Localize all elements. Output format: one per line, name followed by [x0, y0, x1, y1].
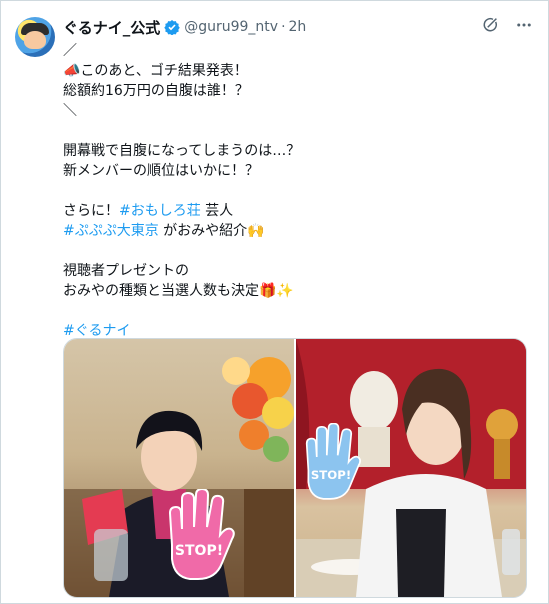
tweet-text-line: 視聴者プレゼントの [63, 261, 533, 281]
author-handle[interactable]: @guru99_ntv [184, 19, 278, 35]
tweet-text-line: ＼ [63, 101, 533, 121]
tweet-timestamp[interactable]: 2h [289, 19, 307, 35]
tweet-text-segment: ／ [63, 43, 77, 59]
tweet-text-segment: 新メンバーの順位はいかに！？ [63, 163, 259, 179]
tweet-text-segment: 総額約16万円の自腹は誰！？ [63, 83, 249, 99]
author-avatar[interactable] [15, 17, 55, 57]
tweet-text-line: 📣このあと、ゴチ結果発表！ [63, 61, 533, 81]
tweet-text-line: さらに！#おもしろ荘 芸人 [63, 201, 533, 221]
grok-icon[interactable] [480, 15, 500, 35]
tweet-text-line: 新メンバーの順位はいかに！？ [63, 161, 533, 181]
tweet-text-segment: 芸人 [200, 203, 234, 219]
tweet-text-segment: 📣このあと、ゴチ結果発表！ [63, 63, 248, 79]
tweet-text: ／ 📣このあと、ゴチ結果発表！ 総額約16万円の自腹は誰！？ ＼ 開幕戦で自腹になってし… [63, 41, 533, 361]
tweet-text-segment: 開幕戦で自腹になってしまうのは…？ [63, 143, 301, 159]
hashtag-link[interactable]: #ぷぷぷ大東京 [63, 223, 159, 239]
hashtag-link[interactable]: #おもしろ荘 [119, 203, 201, 219]
verified-badge-icon [164, 19, 180, 35]
tweet-text-line: 総額約16万円の自腹は誰！？ [63, 81, 533, 101]
stop-sign: STOP! [168, 489, 235, 580]
tweet-header: ぐるナイ_公式 @guru99_ntv · 2h [63, 17, 306, 37]
tweet-card: ぐるナイ_公式 @guru99_ntv · 2h ／ 📣このあと、ゴチ結果発表！ 総… [0, 0, 549, 604]
tweet-photo[interactable]: STOP! [296, 339, 526, 597]
tweet-text-line: 開幕戦で自腹になってしまうのは…？ [63, 141, 533, 161]
tweet-text-segment: さらに！ [63, 203, 119, 219]
stop-sign: STOP! [305, 423, 361, 500]
hashtag-link[interactable]: #ぐるナイ [63, 323, 130, 339]
author-name[interactable]: ぐるナイ_公式 [63, 17, 160, 38]
tweet-top-actions [480, 15, 534, 35]
dot-separator: · [281, 19, 286, 35]
tweet-text-segment: ＼ [63, 103, 77, 119]
tweet-text-line: おみやの種類と当選人数も決定🎁✨ [63, 281, 533, 301]
tweet-text-segment: 視聴者プレゼントの [63, 263, 189, 279]
tweet-text-line: #ぷぷぷ大東京 がおみや紹介🙌 [63, 221, 533, 241]
more-icon[interactable] [514, 15, 534, 35]
tweet-text-segment: おみやの種類と当選人数も決定🎁✨ [63, 283, 294, 299]
tweet-photo[interactable]: STOP! [64, 339, 294, 597]
stop-sign-text: STOP! [175, 543, 223, 559]
tweet-text-line: ／ [63, 41, 533, 61]
tweet-media[interactable]: STOP! STOP! [63, 338, 527, 598]
tweet-text-segment: がおみや紹介🙌 [158, 223, 265, 239]
stop-sign-text: STOP! [311, 468, 351, 482]
